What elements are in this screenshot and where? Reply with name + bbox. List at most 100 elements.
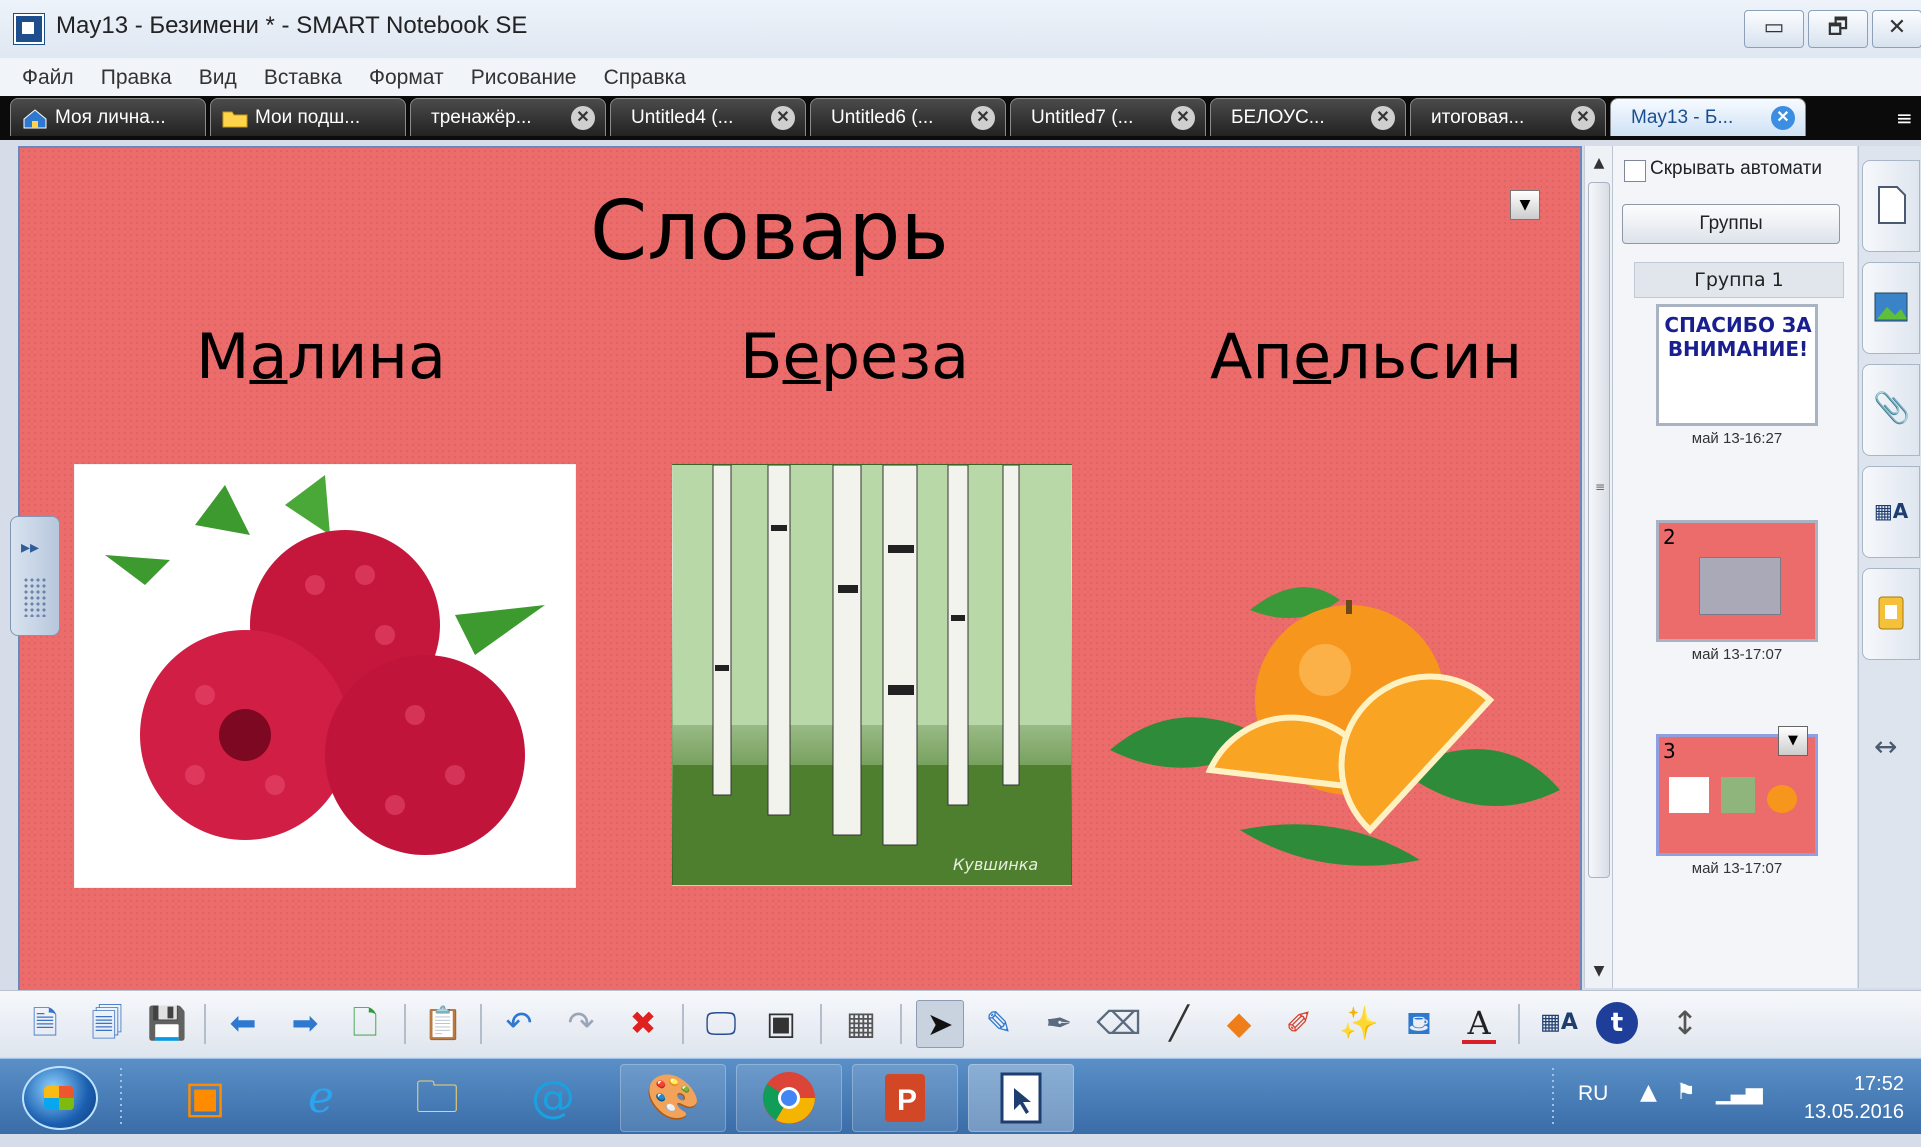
page-thumbnail-2[interactable]: 2 [1656,520,1818,642]
show-hidden-icons-icon[interactable]: ▲ [1640,1080,1657,1105]
shapes-tool-icon[interactable]: ◆ [1216,1000,1262,1046]
dock-switch-arrows-icon[interactable]: ↔ [1874,730,1897,763]
close-tab-icon[interactable]: ✕ [1371,106,1395,130]
creative-pen-icon[interactable]: ✒ [1036,1000,1082,1046]
word-part: льсин [1331,320,1523,393]
text-color-bar [1462,1040,1496,1044]
restore-button[interactable]: 🗗 [1808,10,1868,48]
system-clock[interactable]: 17:52 13.05.2016 [1784,1070,1904,1126]
word-malina[interactable]: Малина [196,320,446,393]
save-icon[interactable]: 💾 [144,1000,190,1046]
table-icon[interactable]: ▦ [838,1000,884,1046]
tab-trainer[interactable]: тренажёр... ✕ [410,98,606,136]
paperclip-icon: 📎 [1873,391,1911,426]
minimize-button[interactable]: ▭ [1744,10,1804,48]
thumbnail-birch [1721,777,1755,813]
add-page-icon[interactable]: 🗋 [342,1000,388,1046]
attachments-tab[interactable]: 📎 [1862,364,1920,456]
network-signal-icon[interactable]: ▁▃▅ [1716,1080,1763,1105]
shape-recognition-pen-icon[interactable]: ✐ [1276,1000,1322,1046]
input-language-indicator[interactable]: RU [1578,1082,1608,1106]
paste-icon[interactable]: 📋 [420,1000,466,1046]
auto-hide-checkbox[interactable] [1624,160,1646,182]
tab-final[interactable]: итоговая... ✕ [1410,98,1606,136]
orange-image[interactable] [1100,570,1570,900]
menu-view[interactable]: Вид [199,66,237,90]
toolbar-separator [682,1004,684,1044]
properties-icon[interactable]: ▦A [1536,1000,1582,1046]
close-tab-icon[interactable]: ✕ [1171,106,1195,130]
open-file-icon[interactable]: 🗐 [84,1000,130,1046]
screen-shade-icon[interactable]: ▣ [758,1000,804,1046]
smart-tools-icon[interactable]: t [1596,1002,1638,1044]
close-window-button[interactable]: ✕ [1872,10,1921,48]
page-thumbnail-1[interactable]: СПАСИБО ЗА ВНИМАНИЕ! [1656,304,1818,426]
fill-tool-icon[interactable]: ⛾ [1396,1000,1442,1046]
scroll-up-icon[interactable]: ▲ [1585,150,1613,176]
menu-insert[interactable]: Вставка [264,66,342,90]
word-bereza[interactable]: Береза [740,320,969,393]
groups-button[interactable]: Группы [1622,204,1840,244]
close-tab-icon[interactable]: ✕ [1771,106,1795,130]
birch-forest-image[interactable]: Кувшинка [672,464,1072,886]
pen-tool-icon[interactable]: ✎ [976,1000,1022,1046]
document-tab-strip: Моя лична... Мои подш... тренажёр... ✕ U… [0,96,1921,140]
close-tab-icon[interactable]: ✕ [771,106,795,130]
scroll-thumb[interactable]: ≡ [1588,182,1610,878]
eraser-icon[interactable]: ⌫ [1096,1000,1142,1046]
menu-edit[interactable]: Правка [101,66,172,90]
page-thumbnail-menu-icon[interactable]: ▼ [1778,726,1808,756]
gallery-tab[interactable] [1862,262,1920,354]
full-screen-icon[interactable]: 🖵 [698,1000,744,1046]
tab-untitled7[interactable]: Untitled7 (... ✕ [1010,98,1206,136]
previous-page-icon[interactable]: ⬅ [220,1000,266,1046]
line-tool-icon[interactable]: ╱ [1156,1000,1202,1046]
action-center-flag-icon[interactable]: ⚑ [1676,1080,1696,1105]
tab-my-subscriptions[interactable]: Мои подш... [210,98,406,136]
redo-icon[interactable]: ↷ [558,1000,604,1046]
close-tab-icon[interactable]: ✕ [1571,106,1595,130]
file-explorer-icon[interactable]: 🗀 [384,1064,490,1132]
close-tab-icon[interactable]: ✕ [971,106,995,130]
toolbar-separator [480,1004,482,1044]
properties-tab[interactable]: ▦A [1862,466,1920,558]
left-panel-expand-handle[interactable]: ▸▸ [10,516,60,636]
new-page-icon[interactable]: 🗎 [22,1000,68,1046]
delete-icon[interactable]: ✖ [620,1000,666,1046]
slide-title[interactable]: Словарь [590,184,949,279]
stressed-letter: а [249,320,288,393]
tab-may13-active[interactable]: May13 - Б... ✕ [1610,98,1806,136]
next-page-icon[interactable]: ➡ [282,1000,328,1046]
window-title: May13 - Безимени * - SMART Notebook SE [56,12,528,39]
menu-format[interactable]: Формат [369,66,444,90]
menu-draw[interactable]: Рисование [471,66,577,90]
tab-my-content[interactable]: Моя лична... [10,98,206,136]
tab-untitled4[interactable]: Untitled4 (... ✕ [610,98,806,136]
undo-icon[interactable]: ↶ [496,1000,542,1046]
tab-overflow-icon[interactable]: ≡ [1896,106,1916,130]
chrome-taskbar-icon[interactable] [736,1064,842,1132]
canvas-vertical-scrollbar[interactable]: ▲ ≡ ▼ [1584,146,1613,988]
start-button[interactable] [22,1066,98,1130]
addons-tab[interactable] [1862,568,1920,660]
page-sorter-tab[interactable] [1862,160,1920,252]
powerpoint-taskbar-icon[interactable]: P [852,1064,958,1132]
internet-explorer-icon[interactable]: e [268,1064,374,1132]
group-header[interactable]: Группа 1 [1634,262,1844,298]
raspberry-image[interactable] [74,464,576,888]
close-tab-icon[interactable]: ✕ [571,106,595,130]
select-tool-icon[interactable]: ➤ [916,1000,964,1048]
tab-untitled6[interactable]: Untitled6 (... ✕ [810,98,1006,136]
media-player-icon[interactable]: ▣ [152,1064,258,1132]
tab-belous[interactable]: БЕЛОУС... ✕ [1210,98,1406,136]
menu-file[interactable]: Файл [22,66,74,90]
toolbar-move-arrows-icon[interactable]: ↕ [1662,1000,1708,1046]
menu-help[interactable]: Справка [604,66,686,90]
scroll-down-icon[interactable]: ▼ [1585,958,1613,984]
word-apelsin[interactable]: Апельсин [1210,320,1522,393]
mail-agent-icon[interactable]: @ [500,1064,606,1132]
page-menu-dropdown-icon[interactable]: ▼ [1510,190,1540,220]
magic-pen-icon[interactable]: ✨ [1336,1000,1382,1046]
smart-notebook-taskbar-icon[interactable] [968,1064,1074,1132]
paint-taskbar-icon[interactable]: 🎨 [620,1064,726,1132]
